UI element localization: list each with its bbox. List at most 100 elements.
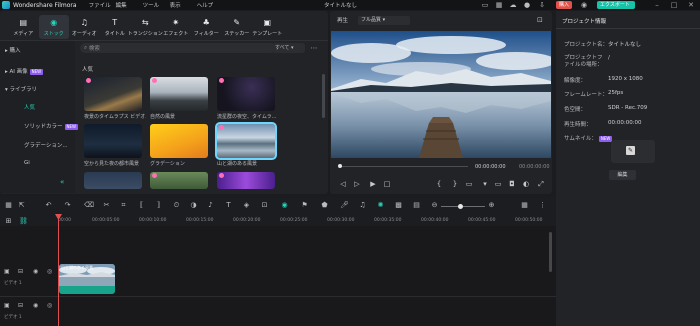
eye-icon[interactable]: ◉ [33,302,38,309]
ai-icon[interactable]: ✺ [376,201,385,209]
user-icon[interactable]: ◉ [580,1,588,9]
tab-title[interactable]: T タイトル [100,15,131,39]
quality-dropdown[interactable]: フル品質 ▾ [358,16,410,25]
tab-filter[interactable]: ♣ フィルター [191,15,222,39]
trim-start-icon[interactable]: ⟦ [137,201,146,209]
shield-icon[interactable]: ⬟ [320,201,329,209]
visibility-icon[interactable]: ◎ [47,302,52,309]
more-icon[interactable]: ⋯ [309,43,319,53]
stock-thumb[interactable] [217,77,275,111]
previous-frame-icon[interactable]: ◁ [338,180,348,188]
collapse-sidebar-icon[interactable]: « [60,178,70,188]
timeline-settings-icon[interactable]: ⋮ [538,201,547,209]
close-icon[interactable]: ✕ [684,0,698,10]
filter-dropdown[interactable]: すべて ▾ [272,43,305,53]
zoom-out-icon[interactable]: ⊖ [430,201,439,209]
tab-project-info[interactable]: プロジェクト情報 [562,17,606,25]
tab-sticker[interactable]: ✎ ステッカー [222,15,253,39]
menu-file[interactable]: ファイル [89,1,116,9]
menu-edit[interactable]: 編集 [116,1,143,9]
volume-icon[interactable]: ◐ [521,180,531,188]
menu-help[interactable]: ヘルプ [197,1,224,9]
speed-icon[interactable]: ⏲ [172,201,181,209]
minimize-icon[interactable]: – [650,0,664,10]
redo-icon[interactable]: ↷ [63,201,72,209]
caption-icon[interactable]: ▤ [412,201,421,209]
tab-audio[interactable]: ♫ オーディオ [69,15,100,39]
sidebar-item-popular[interactable]: 人気 [24,103,35,111]
visibility-icon[interactable]: ◎ [47,268,52,275]
mark-out-icon[interactable]: } [450,180,460,188]
search-input[interactable]: ⌕ 検索 [80,43,276,53]
mask-icon[interactable]: ◈ [242,201,251,209]
undo-icon[interactable]: ↶ [44,201,53,209]
link-icon[interactable]: ⛓ [19,217,28,225]
fullscreen-toggle-icon[interactable]: ▾ [480,180,490,188]
sound-icon[interactable]: ♫ [358,201,367,209]
menu-view[interactable]: 表示 [170,1,197,9]
zoom-in-icon[interactable]: ⊕ [487,201,496,209]
display-icon[interactable]: ▭ [493,180,503,188]
expand-icon[interactable]: ⤢ [536,180,546,189]
snapshot-icon[interactable]: ⊡ [537,16,543,24]
tab-transition[interactable]: ⇆ トランジション [128,15,163,39]
stock-thumb[interactable] [217,172,275,189]
layout-grid-icon[interactable]: ▦ [520,201,529,209]
layout-icon[interactable]: ▦ [495,1,503,9]
crop-icon[interactable]: ⌗ [119,201,128,209]
zoom-slider-handle[interactable] [458,204,463,209]
export-button[interactable]: エクスポート [597,1,635,9]
eye-icon[interactable]: ◉ [33,268,38,275]
sidebar-item-gi[interactable]: Gi [24,160,30,166]
camera-icon[interactable]: ◘ [507,180,517,188]
cloud-icon[interactable]: ☁ [509,1,517,9]
tab-media[interactable]: ▤ メディア [8,15,39,39]
tab-effect[interactable]: ✷ エフェクト [161,15,192,39]
audio-detach-icon[interactable]: ♪ [206,201,215,209]
grid-icon[interactable]: ▦ [4,201,13,209]
stock-thumb[interactable] [84,172,142,189]
scrubber-handle[interactable] [338,164,342,168]
pencil-icon[interactable]: ✎ [626,146,635,155]
mic-icon[interactable]: 🎤︎ [340,201,349,209]
sidebar-item-ai-image[interactable]: ▸ AI 画像 NEW [5,67,44,75]
sidebar-item-purchase[interactable]: ▸ 購入 [5,46,21,54]
play-icon[interactable]: ▶ [368,180,378,188]
tab-stock[interactable]: ◉ ストック [38,15,69,39]
timeline-scrollbar[interactable] [549,232,552,272]
buy-button[interactable]: 購入 [556,1,572,9]
playhead[interactable] [58,214,59,326]
color-icon[interactable]: ◑ [189,201,198,209]
chart-icon[interactable]: ▩ [394,201,403,209]
select-tool-icon[interactable]: ⇱ [17,201,26,209]
video-clip[interactable]: 山と湖のある風景 [59,264,115,294]
stock-thumb-selected[interactable] [215,122,277,160]
edit-button[interactable]: 編集 [609,170,636,180]
sidebar-item-library[interactable]: ▾ ライブラリ [5,85,37,93]
split-icon[interactable]: ✂ [102,201,111,209]
mark-in-icon[interactable]: { [434,180,444,188]
marker-icon[interactable]: ⚑ [300,201,309,209]
stop-icon[interactable]: □ [382,180,392,188]
tab-template[interactable]: ▣ テンプレート [252,15,283,39]
menu-tools[interactable]: ツール [143,1,170,9]
preview-scrubber[interactable] [340,166,468,167]
trim-end-icon[interactable]: ⟧ [154,201,163,209]
lock-icon[interactable]: ⊟ [18,268,23,275]
render-preview-icon[interactable]: ◉ [280,201,289,209]
notification-icon[interactable]: ● [523,1,531,9]
stock-thumb[interactable] [150,77,208,111]
sidebar-item-gradient[interactable]: グラデーション... [24,141,68,149]
stock-thumb[interactable] [84,124,142,158]
zoom-slider[interactable] [441,206,485,207]
add-track-icon[interactable]: ⊞ [4,217,13,225]
text-icon[interactable]: T [224,201,233,209]
monitor-icon[interactable]: ▭ [481,1,489,9]
preview-video[interactable] [331,31,551,158]
step-back-icon[interactable]: ▷ [352,180,362,188]
stock-thumb[interactable] [84,77,142,111]
snapshot-tool-icon[interactable]: ⊡ [260,201,269,209]
sidebar-item-solid-color[interactable]: ソリッドカラー NEW [24,122,78,130]
render-icon[interactable]: ▭ [464,180,474,188]
delete-icon[interactable]: ⌫ [84,201,94,209]
